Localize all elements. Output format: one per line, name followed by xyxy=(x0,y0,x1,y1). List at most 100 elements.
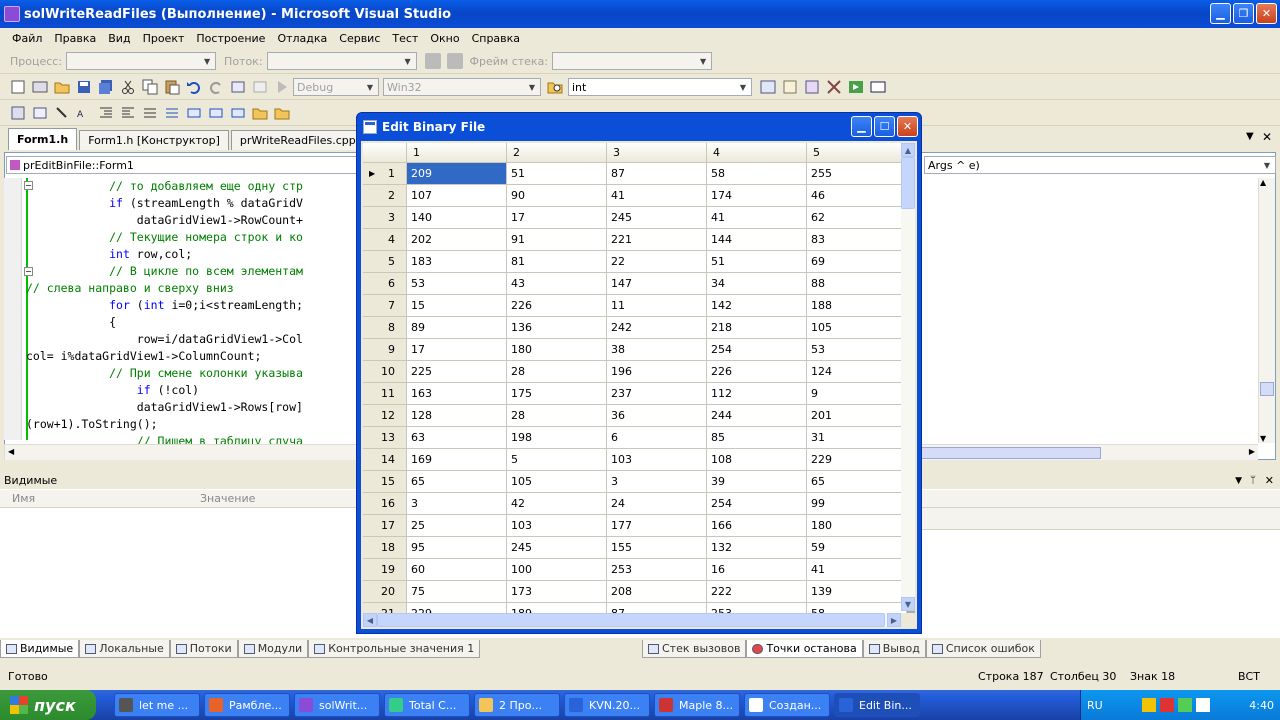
menu-item[interactable]: Вид xyxy=(102,32,136,45)
grid-cell[interactable]: 75 xyxy=(407,581,507,603)
grid-cell[interactable]: 188 xyxy=(807,295,907,317)
next-bookmark-icon[interactable] xyxy=(230,105,246,121)
menu-item[interactable]: Тест xyxy=(386,32,424,45)
grid-cell[interactable]: 103 xyxy=(507,515,607,537)
grid-cell[interactable]: 6 xyxy=(607,427,707,449)
grid-cell[interactable]: 25 xyxy=(407,515,507,537)
grid-cell[interactable]: 245 xyxy=(507,537,607,559)
grid-cell[interactable]: 245 xyxy=(607,207,707,229)
solution-explorer-icon[interactable] xyxy=(760,79,776,95)
grid-cell[interactable]: 83 xyxy=(807,229,907,251)
grid-cell[interactable]: 221 xyxy=(607,229,707,251)
taskbar-button[interactable]: solWrit... xyxy=(294,693,380,717)
grid-cell[interactable]: 53 xyxy=(807,339,907,361)
grid-cell[interactable]: 105 xyxy=(807,317,907,339)
flag-icon[interactable] xyxy=(446,53,463,69)
find-combo[interactable]: int ▼ xyxy=(568,78,752,96)
menu-item[interactable]: Проект xyxy=(137,32,191,45)
grid-scroll-right-icon[interactable]: ▶ xyxy=(887,613,901,627)
bottom-tab[interactable]: Видимые xyxy=(0,640,80,658)
grid-scroll-left-icon[interactable]: ◀ xyxy=(363,613,377,627)
grid-cell[interactable]: 155 xyxy=(607,537,707,559)
grid-cell[interactable]: 198 xyxy=(507,427,607,449)
tray-app-icon[interactable] xyxy=(1160,698,1174,712)
grid-cell[interactable]: 34 xyxy=(707,273,807,295)
bottom-tab[interactable]: Стек вызовов xyxy=(642,640,747,658)
menu-item[interactable]: Правка xyxy=(48,32,102,45)
platform-combo[interactable]: Win32 ▼ xyxy=(383,78,541,96)
watch-col-value[interactable]: Значение xyxy=(200,492,255,505)
grid-cell[interactable]: 36 xyxy=(607,405,707,427)
taskbar-button[interactable]: Создан... xyxy=(744,693,830,717)
previous-bookmark-icon[interactable] xyxy=(208,105,224,121)
grid-cell[interactable]: 62 xyxy=(807,207,907,229)
bottom-tab[interactable]: Потоки xyxy=(169,640,238,658)
grid-cell[interactable]: 22 xyxy=(607,251,707,273)
grid-row-header[interactable]: 15 xyxy=(363,471,407,493)
grid-cell[interactable]: 124 xyxy=(807,361,907,383)
doc-tab[interactable]: Form1.h xyxy=(8,128,78,150)
comment-lines-icon[interactable] xyxy=(142,105,158,121)
start-page-icon[interactable] xyxy=(848,79,864,95)
save-icon[interactable] xyxy=(76,79,92,95)
properties-icon[interactable] xyxy=(782,79,798,95)
close-button[interactable]: ✕ xyxy=(1256,3,1277,24)
grid-scroll-up-icon[interactable]: ▲ xyxy=(901,143,915,157)
quick-info-icon[interactable] xyxy=(54,105,70,121)
taskbar-button[interactable]: let me ... xyxy=(114,693,200,717)
decrease-indent-icon[interactable] xyxy=(98,105,114,121)
toolbox-icon[interactable] xyxy=(826,79,842,95)
thread-combo[interactable]: ▼ xyxy=(266,52,417,70)
grid-cell[interactable]: 28 xyxy=(507,361,607,383)
save-all-icon[interactable] xyxy=(98,79,114,95)
scroll-thumb[interactable] xyxy=(1260,382,1274,396)
doc-tab[interactable]: Form1.h [Конструктор] xyxy=(79,130,229,150)
grid-cell[interactable]: 112 xyxy=(707,383,807,405)
toggle-bookmark-icon[interactable] xyxy=(186,105,202,121)
grid-row-header[interactable]: 5 xyxy=(363,251,407,273)
grid-cell[interactable]: 91 xyxy=(507,229,607,251)
grid-cell[interactable]: 89 xyxy=(407,317,507,339)
next-bookmark-folder-icon[interactable] xyxy=(274,105,290,121)
display-object-member-list-icon[interactable] xyxy=(10,105,26,121)
grid-cell[interactable]: 31 xyxy=(807,427,907,449)
grid-scroll-thumb[interactable] xyxy=(901,157,915,209)
dialog-close-button[interactable]: ✕ xyxy=(897,116,918,137)
grid-cell[interactable]: 87 xyxy=(607,163,707,185)
object-browser-icon[interactable] xyxy=(804,79,820,95)
grid-cell[interactable]: 3 xyxy=(607,471,707,493)
grid-column-header[interactable]: 2 xyxy=(507,143,607,163)
editor-vertical-scrollbar[interactable]: ▲ ▼ xyxy=(1258,178,1275,443)
grid-cell[interactable]: 60 xyxy=(407,559,507,581)
grid-column-header[interactable]: 3 xyxy=(607,143,707,163)
grid-scroll-thumb[interactable] xyxy=(377,613,885,627)
taskbar-button[interactable]: KVN.20... xyxy=(564,693,650,717)
grid-row-header[interactable]: 3 xyxy=(363,207,407,229)
grid-cell[interactable]: 196 xyxy=(607,361,707,383)
grid-cell[interactable]: 218 xyxy=(707,317,807,339)
new-project-icon[interactable] xyxy=(32,79,48,95)
grid-cell[interactable]: 88 xyxy=(807,273,907,295)
increase-indent-icon[interactable] xyxy=(120,105,136,121)
menu-item[interactable]: Сервис xyxy=(333,32,386,45)
grid-cell[interactable]: 142 xyxy=(707,295,807,317)
panel-close-icon[interactable]: ✕ xyxy=(1265,474,1274,487)
grid-column-header[interactable]: 4 xyxy=(707,143,807,163)
taskbar-button[interactable]: Maple 8... xyxy=(654,693,740,717)
bottom-tab[interactable]: Точки останова xyxy=(746,640,863,658)
grid-row-header[interactable]: 13 xyxy=(363,427,407,449)
menu-item[interactable]: Отладка xyxy=(271,32,333,45)
grid-cell[interactable]: 95 xyxy=(407,537,507,559)
grid-vertical-scrollbar[interactable]: ▲ ▼ xyxy=(901,143,915,611)
grid-cell[interactable]: 254 xyxy=(707,339,807,361)
grid-row-header[interactable]: 16 xyxy=(363,493,407,515)
copy-icon[interactable] xyxy=(142,79,158,95)
grid-cell[interactable]: 58 xyxy=(707,163,807,185)
grid-cell[interactable]: 103 xyxy=(607,449,707,471)
grid-cell[interactable]: 17 xyxy=(407,339,507,361)
grid-cell[interactable]: 51 xyxy=(707,251,807,273)
grid-cell[interactable]: 201 xyxy=(807,405,907,427)
grid-row-header[interactable]: 9 xyxy=(363,339,407,361)
grid-row-header[interactable]: 19 xyxy=(363,559,407,581)
maximize-button[interactable]: ❐ xyxy=(1233,3,1254,24)
